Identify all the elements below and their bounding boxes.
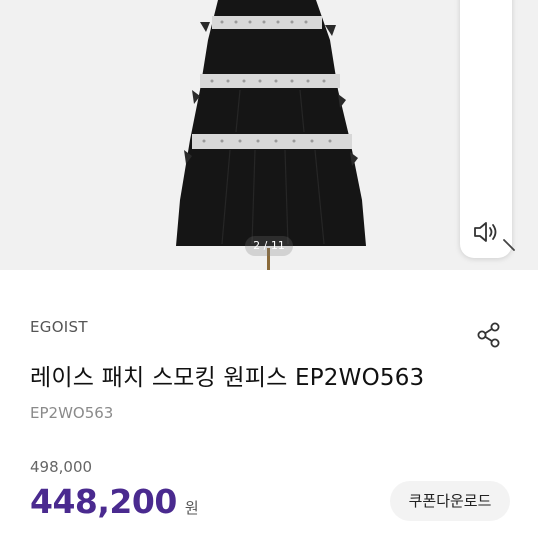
product-code: EP2WO563 [30,404,114,422]
sale-price: 448,200 [30,482,177,521]
magnify-icon[interactable] [500,236,518,254]
image-counter: 2 / 11 [245,236,293,256]
share-button[interactable] [474,320,504,350]
product-photo [176,0,366,270]
product-title: 레이스 패치 스모킹 원피스 EP2WO563 [30,365,425,391]
speaker-icon [474,222,497,242]
original-price: 498,000 [30,458,93,476]
brand-name[interactable]: EGOIST [30,318,88,336]
sound-button[interactable] [470,214,504,250]
sale-price-row: 448,200 원 [30,482,199,521]
coupon-download-button[interactable]: 쿠폰다운로드 [390,481,510,521]
currency-label: 원 [184,499,199,517]
product-image-gallery[interactable]: 2 / 11 [0,0,538,270]
share-icon [477,322,500,348]
